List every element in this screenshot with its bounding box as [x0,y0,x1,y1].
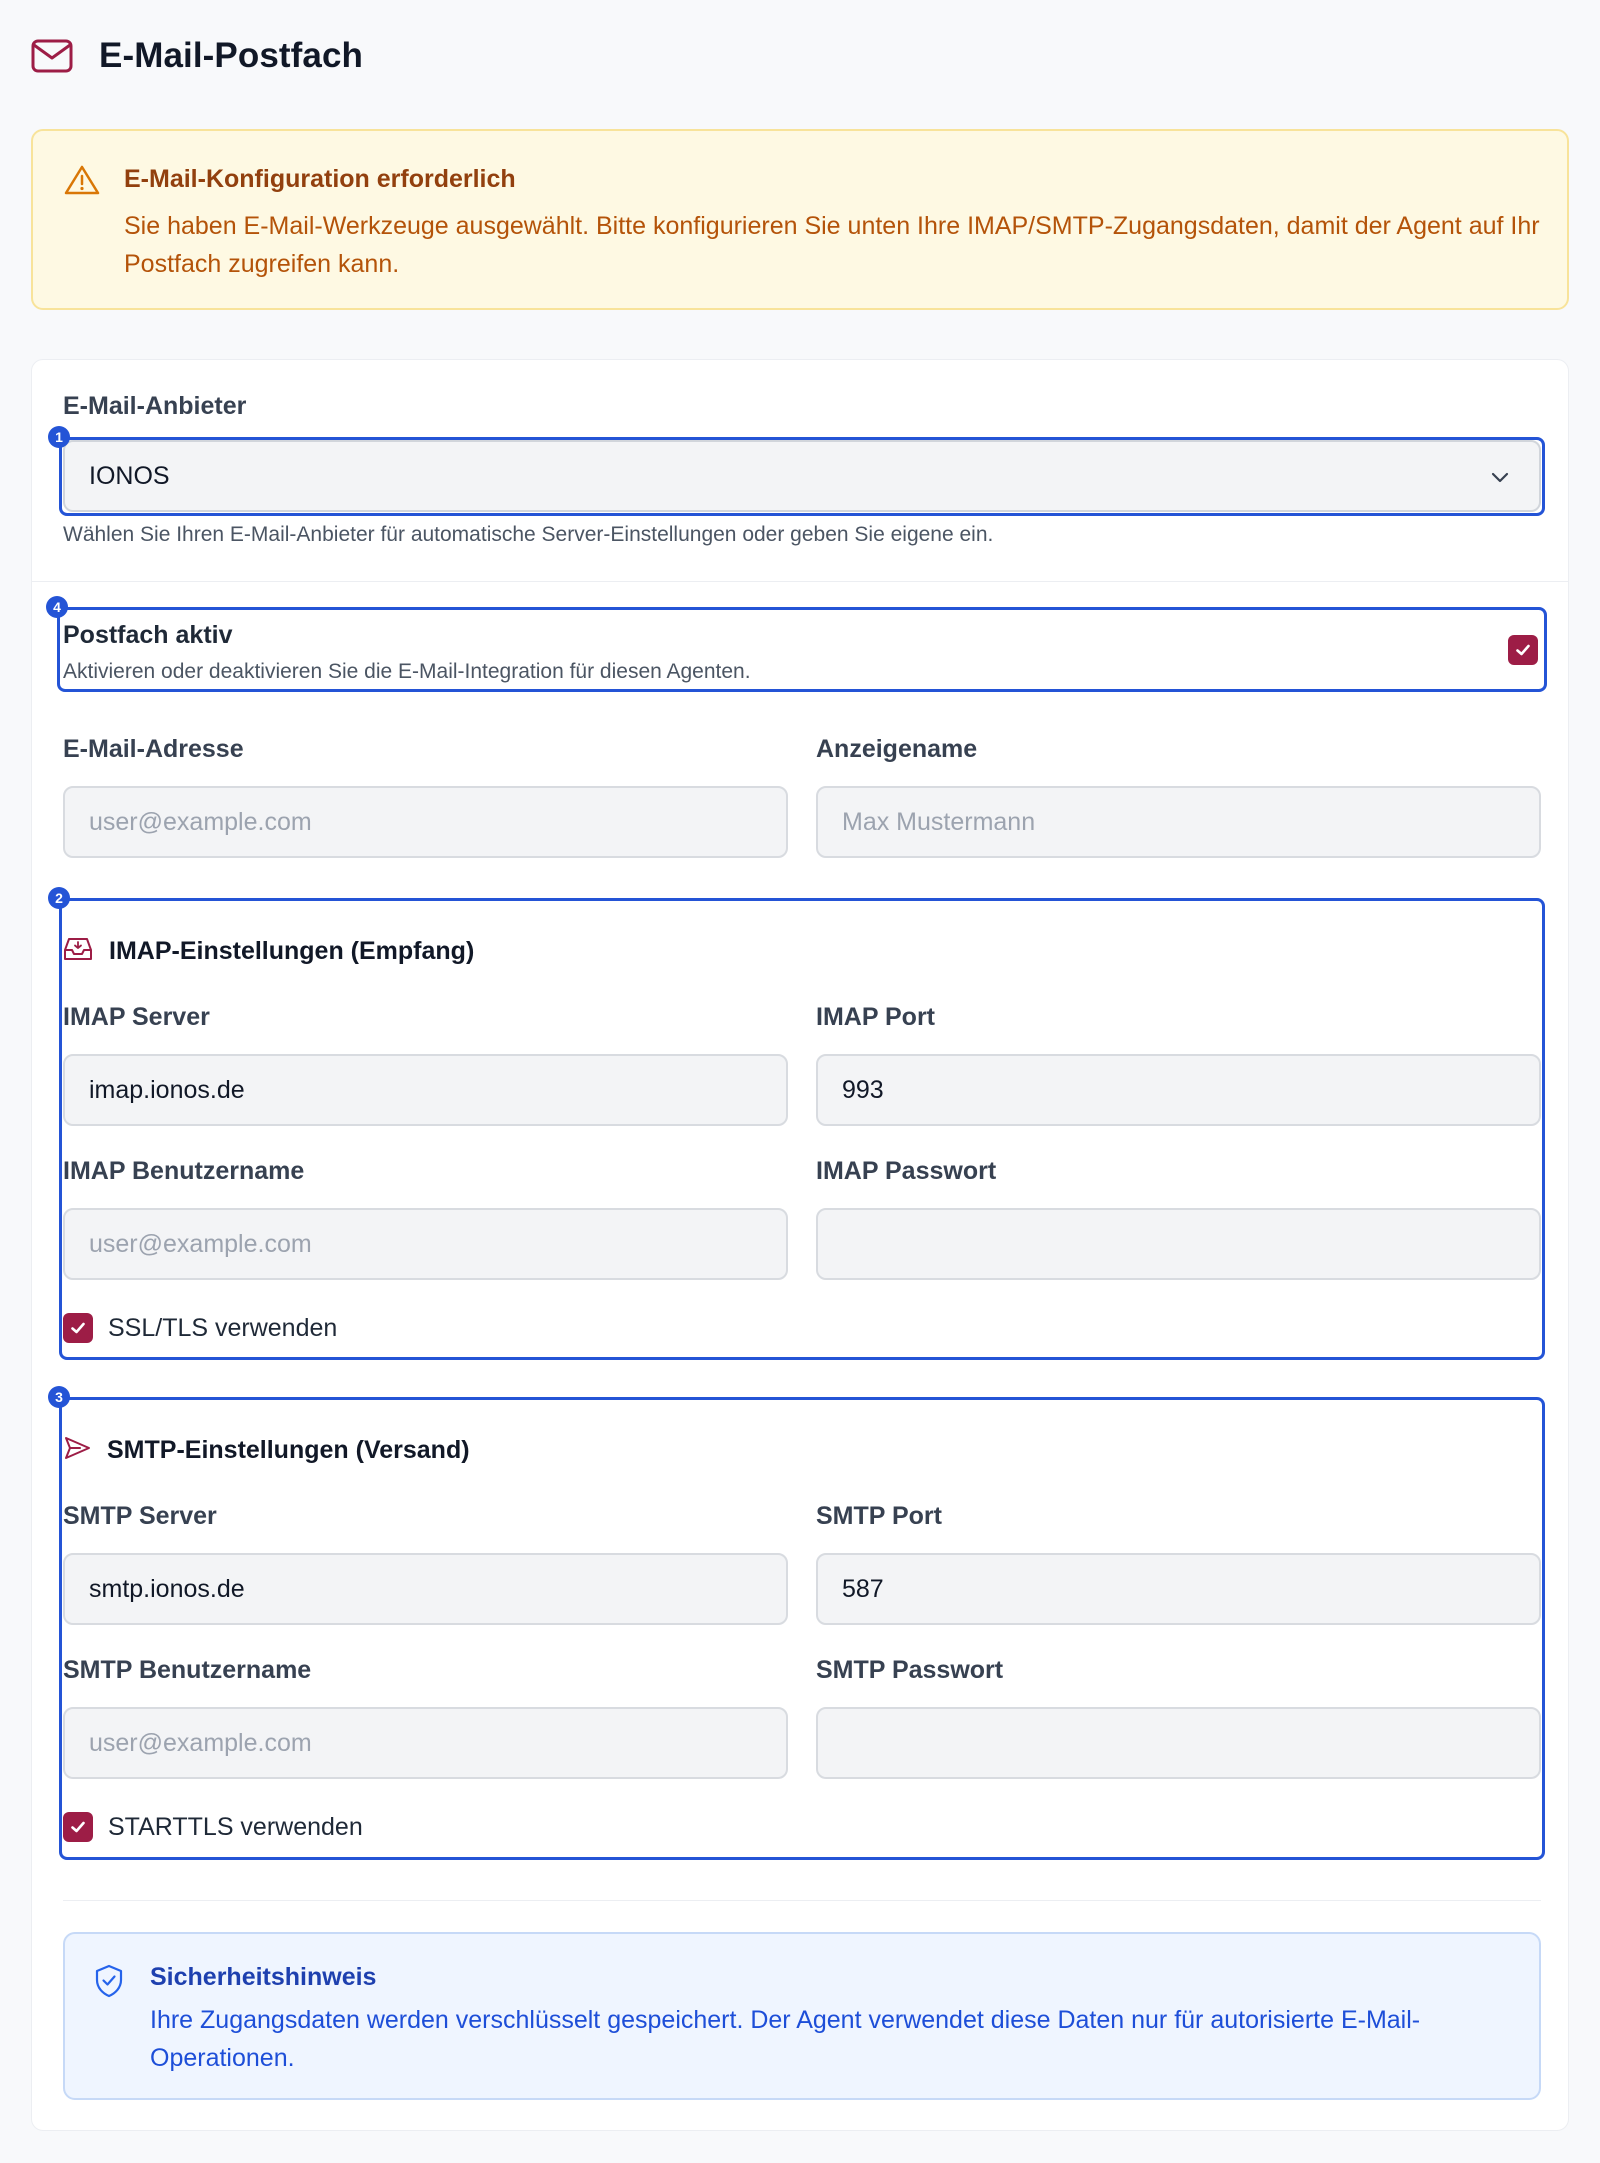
smtp-section-header: SMTP-Einstellungen (Versand) [63,1435,470,1466]
provider-help-text: Wählen Sie Ihren E-Mail-Anbieter für aut… [63,523,994,546]
smtp-port-label: SMTP Port [816,1502,942,1530]
smtp-port-input[interactable] [816,1553,1541,1625]
inbox-icon [63,936,93,967]
mail-icon [31,39,73,73]
config-required-alert: E-Mail-Konfiguration erforderlich Sie ha… [31,129,1569,310]
highlight-badge-provider: 1 [48,426,70,448]
display-name-label: Anzeigename [816,735,978,763]
highlight-badge-mailbox-active: 4 [46,596,68,618]
page-header: E-Mail-Postfach [31,30,363,82]
security-note-title: Sicherheitshinweis [150,1963,377,1991]
imap-username-input[interactable] [63,1208,788,1280]
imap-section-title: IMAP-Einstellungen (Empfang) [109,937,475,965]
imap-ssl-checkbox[interactable] [63,1313,93,1343]
highlight-frame-smtp [59,1397,1545,1860]
smtp-password-input[interactable] [816,1707,1541,1779]
smtp-username-label: SMTP Benutzername [63,1656,312,1684]
imap-password-input[interactable] [816,1208,1541,1280]
imap-username-label: IMAP Benutzername [63,1157,305,1185]
chevron-down-icon [1489,466,1511,495]
mailbox-active-checkbox[interactable] [1508,635,1538,665]
imap-port-input[interactable] [816,1054,1541,1126]
provider-select-value: IONOS [89,461,170,490]
mailbox-active-description: Aktivieren oder deaktivieren Sie die E-M… [63,660,751,683]
highlight-badge-imap: 2 [48,887,70,909]
security-note: Sicherheitshinweis Ihre Zugangsdaten wer… [63,1932,1541,2100]
checkmark-icon [71,1821,85,1833]
smtp-starttls-checkbox[interactable] [63,1812,93,1842]
smtp-starttls-label[interactable]: STARTTLS verwenden [108,1813,363,1842]
page-title: E-Mail-Postfach [99,36,364,75]
display-name-input[interactable] [816,786,1541,858]
mailbox-active-title: Postfach aktiv [63,621,233,649]
imap-section-header: IMAP-Einstellungen (Empfang) [63,936,474,967]
alert-text: Sie haben E-Mail-Werkzeuge ausgewählt. B… [124,212,1540,278]
smtp-password-label: SMTP Passwort [816,1656,1004,1684]
smtp-section-title: SMTP-Einstellungen (Versand) [107,1436,470,1464]
highlight-frame-imap [59,898,1545,1360]
email-address-label: E-Mail-Adresse [63,735,244,763]
imap-server-label: IMAP Server [63,1003,210,1031]
imap-port-label: IMAP Port [816,1003,935,1031]
email-address-input[interactable] [63,786,788,858]
mailbox-settings-card: E-Mail-Anbieter IONOS 1 Wählen Sie Ihren… [31,359,1569,2131]
alert-title: E-Mail-Konfiguration erforderlich [124,165,516,193]
checkmark-icon [1516,644,1530,656]
warning-triangle-icon [64,164,100,201]
shield-check-icon [93,1963,125,2004]
smtp-server-input[interactable] [63,1553,788,1625]
checkmark-icon [71,1322,85,1334]
divider [63,1900,1541,1901]
divider [32,581,1568,582]
smtp-username-input[interactable] [63,1707,788,1779]
imap-ssl-label[interactable]: SSL/TLS verwenden [108,1314,337,1343]
imap-password-label: IMAP Passwort [816,1157,997,1185]
provider-select[interactable]: IONOS [63,440,1541,512]
send-icon [63,1435,91,1466]
security-note-text: Ihre Zugangsdaten werden verschlüsselt g… [150,2006,1421,2072]
provider-label: E-Mail-Anbieter [63,392,247,420]
imap-server-input[interactable] [63,1054,788,1126]
highlight-badge-smtp: 3 [48,1386,70,1408]
smtp-server-label: SMTP Server [63,1502,217,1530]
